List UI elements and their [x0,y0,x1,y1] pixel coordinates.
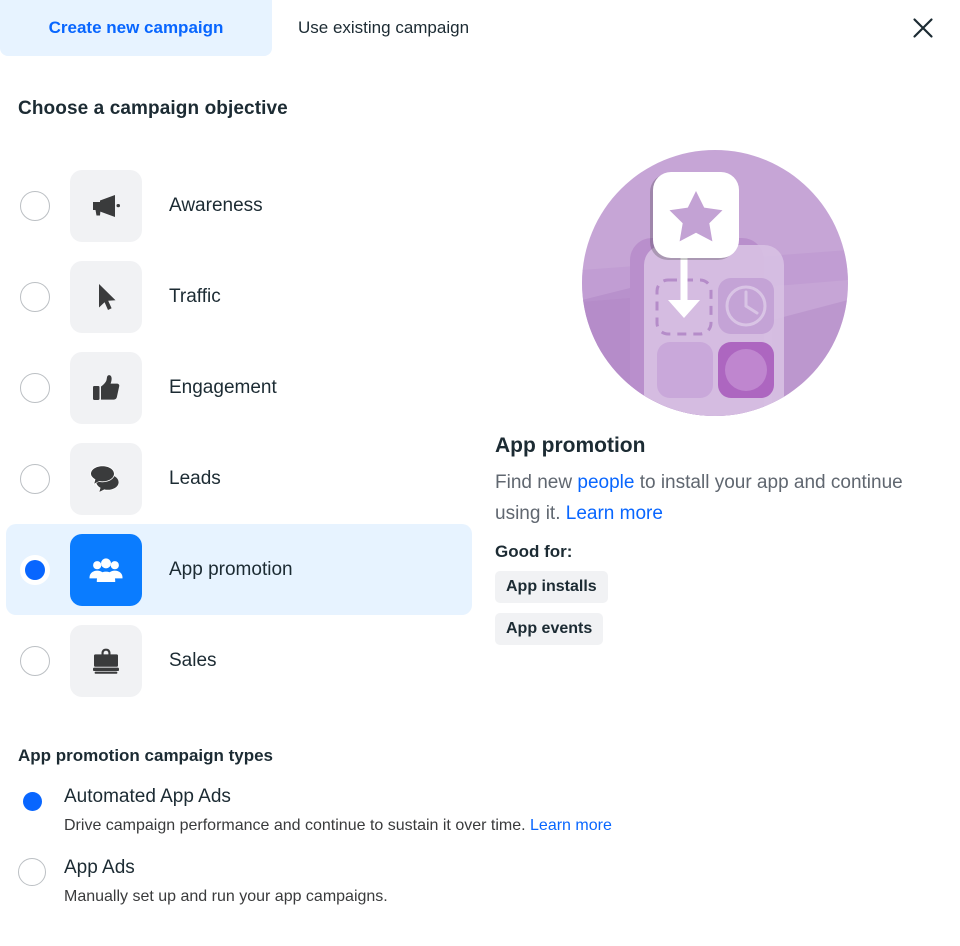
campaign-types-title: App promotion campaign types [18,746,274,765]
radio-traffic[interactable] [20,281,50,312]
objective-list: Awareness Traffic Engagement Leads App p… [6,160,472,706]
illustration-wrapper [495,150,935,416]
learn-more-link[interactable]: Learn more [566,503,663,524]
thumbs-up-icon [93,374,120,400]
tab-create-new-campaign[interactable]: Create new campaign [0,0,272,56]
objective-row-app-promotion[interactable]: App promotion [6,524,472,615]
radio-engagement[interactable] [20,372,50,403]
chat-bubbles-icon [90,464,119,493]
radio-app-ads[interactable] [18,858,46,886]
chip-app-events: App events [495,613,604,645]
campaign-type-desc-app-ads: Manually set up and run your app campaig… [64,888,388,905]
objective-icon-tile-sales [70,624,142,697]
objective-icon-tile-traffic [70,260,142,333]
radio-awareness[interactable] [20,190,50,221]
good-for-label: Good for: [495,542,573,561]
campaign-type-row-app-ads[interactable]: App Ads Manually set up and run your app… [18,856,818,908]
tab-use-existing-campaign[interactable]: Use existing campaign [272,0,495,56]
objective-label-awareness: Awareness [169,194,263,216]
objective-icon-tile-leads [70,442,142,515]
campaign-type-text-automated-app-ads: Automated App Ads Drive campaign perform… [64,785,612,837]
good-for-chips: App installs App events [495,571,935,655]
people-link[interactable]: people [577,472,634,493]
tab-bar: Create new campaign Use existing campaig… [0,0,960,56]
tab-create-new-campaign-label: Create new campaign [48,18,224,37]
objective-icon-tile-app-promotion [70,533,142,606]
tab-use-existing-campaign-label: Use existing campaign [298,18,470,37]
objective-detail-panel: App promotion Find new people to install… [495,150,935,655]
campaign-type-row-automated-app-ads[interactable]: Automated App Ads Drive campaign perform… [18,785,818,837]
detail-title: App promotion [495,434,646,457]
radio-automated-app-ads[interactable] [18,787,46,815]
objective-row-traffic[interactable]: Traffic [6,251,472,342]
objective-row-engagement[interactable]: Engagement [6,342,472,433]
objective-icon-tile-awareness [70,169,142,242]
objective-row-sales[interactable]: Sales [6,615,472,706]
campaign-types-section: App promotion campaign types Automated A… [18,746,818,908]
objective-label-engagement: Engagement [169,376,277,398]
objective-label-sales: Sales [169,649,217,671]
page-title: Choose a campaign objective [18,98,288,119]
people-group-icon [89,557,123,582]
campaign-type-desc-text-0: Drive campaign performance and continue … [64,817,531,834]
megaphone-icon [93,194,120,217]
objective-row-leads[interactable]: Leads [6,433,472,524]
campaign-type-learn-more-link[interactable]: Learn more [530,817,612,834]
objective-label-leads: Leads [169,467,221,489]
radio-leads[interactable] [20,463,50,494]
radio-sales[interactable] [20,645,50,676]
campaign-type-label-automated-app-ads: Automated App Ads [64,786,231,807]
detail-description: Find new people to install your app and … [495,467,905,529]
cursor-icon [99,283,116,310]
campaign-type-label-app-ads: App Ads [64,857,135,878]
objective-icon-tile-engagement [70,351,142,424]
radio-app-promotion[interactable] [20,554,50,585]
briefcase-icon [93,648,119,674]
detail-desc-part1: Find new [495,472,578,493]
app-promotion-illustration [582,150,848,416]
close-button[interactable] [904,9,942,47]
chip-app-installs: App installs [495,571,608,603]
campaign-type-text-app-ads: App Ads Manually set up and run your app… [64,856,388,908]
objective-label-app-promotion: App promotion [169,558,293,580]
campaign-type-desc-automated-app-ads: Drive campaign performance and continue … [64,815,612,837]
objective-label-traffic: Traffic [169,285,221,307]
objective-row-awareness[interactable]: Awareness [6,160,472,251]
close-icon [913,18,933,38]
